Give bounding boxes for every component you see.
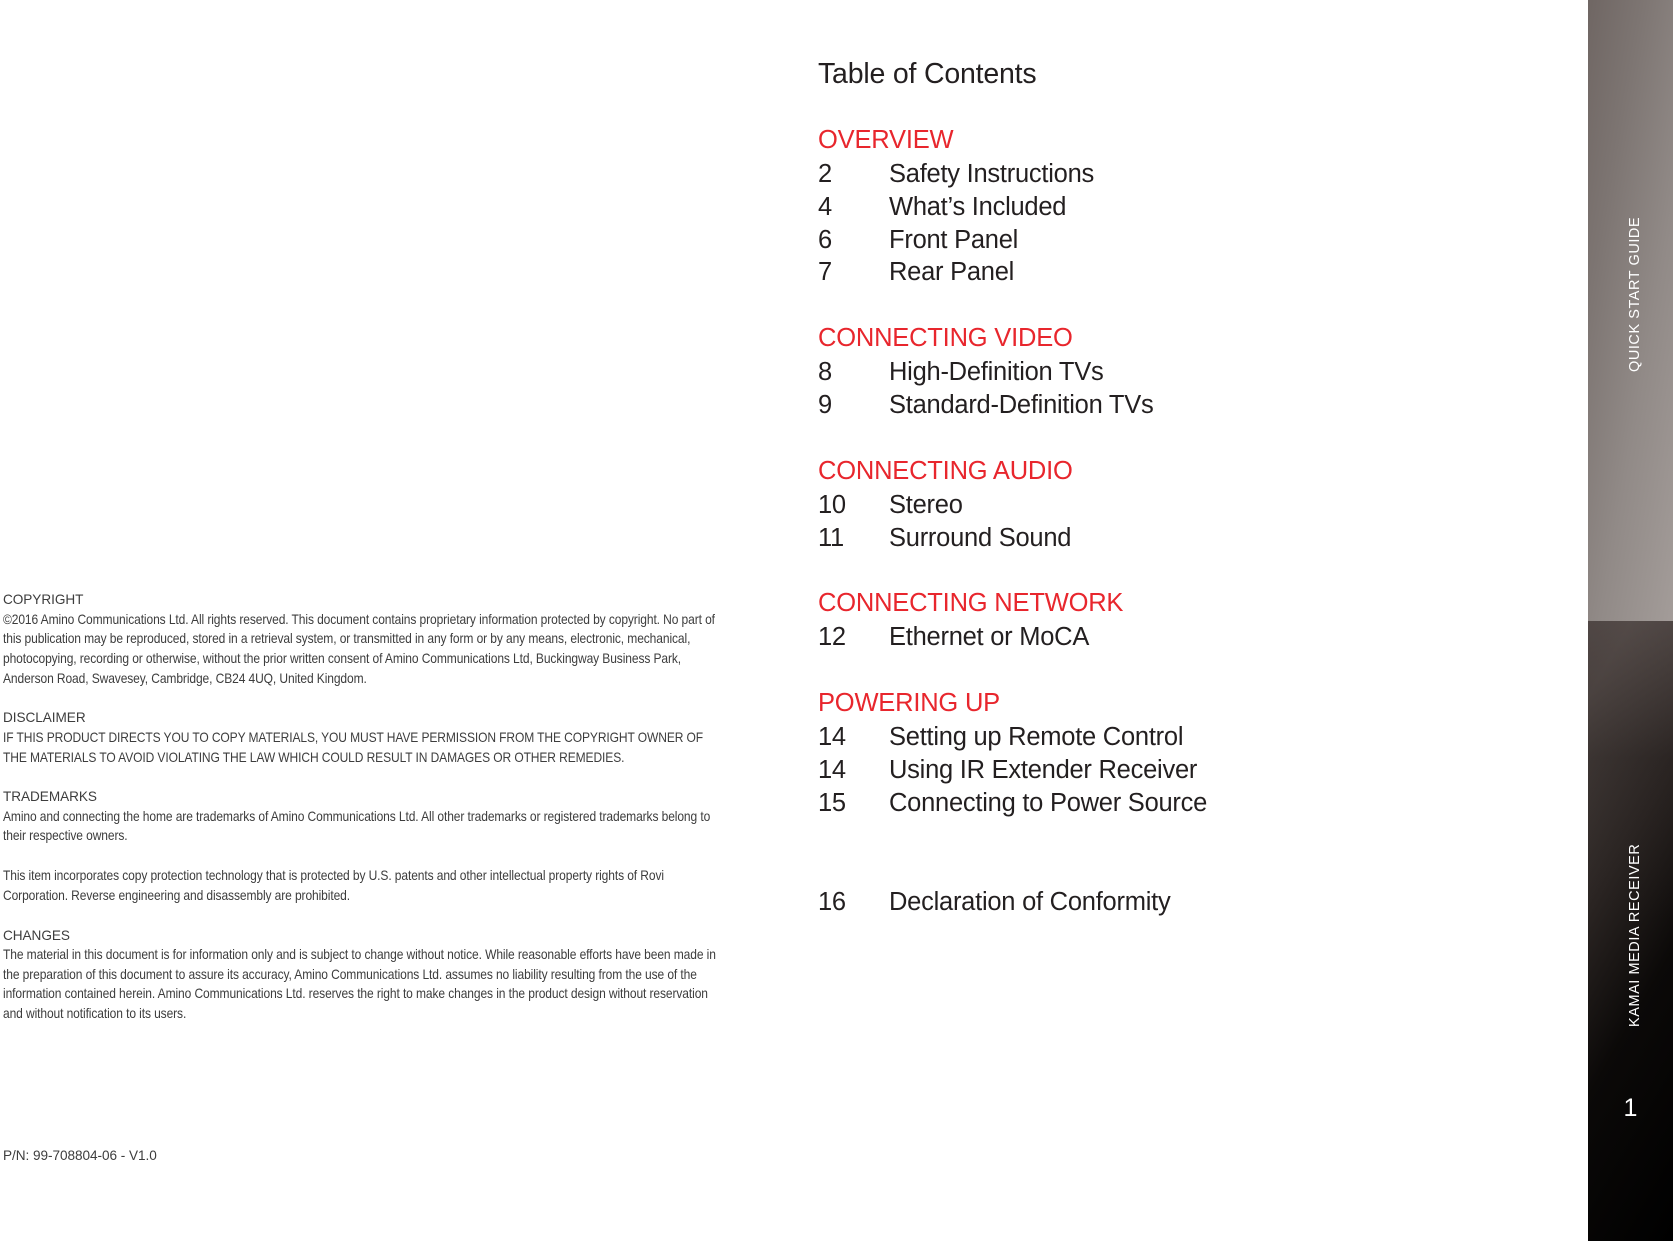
document-page: COPYRIGHT ©2016 Amino Communications Ltd… <box>0 0 1673 1241</box>
toc-entry-page: 7 <box>818 258 832 287</box>
toc-entry-page: 11 <box>818 523 844 552</box>
toc-section-heading: CONNECTING NETWORK <box>818 589 1124 618</box>
toc-entry-page: 16 <box>818 888 846 916</box>
toc-entry-label: High-Definition TVs <box>889 358 1104 387</box>
side-tab-product-label: KAMAI MEDIA RECEIVER <box>1627 843 1643 1027</box>
toc-section: CONNECTING VIDEO 8 High-Definition TVs 9 Sta… <box>818 321 1518 422</box>
toc-entry-page: 8 <box>818 358 832 387</box>
toc-entry-page: 10 <box>818 490 846 519</box>
toc-entry[interactable]: 6 Front Panel <box>818 224 1518 257</box>
toc-section-heading: CONNECTING AUDIO <box>818 456 1073 485</box>
changes-heading: CHANGES <box>3 927 70 943</box>
toc-entry-label: Safety Instructions <box>889 160 1095 188</box>
copy-protection-body: This item incorporates copy protection t… <box>3 868 664 903</box>
part-number: P/N: 99-708804-06 - V1.0 <box>3 1148 157 1163</box>
toc-title: Table of Contents <box>818 58 1037 90</box>
toc-entry-label: Ethernet or MoCA <box>889 623 1090 652</box>
disclaimer-body: IF THIS PRODUCT DIRECTS YOU TO COPY MATE… <box>3 729 704 765</box>
toc-entry[interactable]: 7 Rear Panel <box>818 256 1518 289</box>
copyright-heading: COPYRIGHT <box>3 592 84 607</box>
toc-section: CONNECTING AUDIO 10 Stereo 11 Surround Sound <box>818 454 1518 555</box>
side-tab: QUICK START GUIDE KAMAI MEDIA RECEIVER 1 <box>1588 0 1673 1241</box>
toc-entry-label: Declaration of Conformity <box>889 888 1171 916</box>
toc-entry-page: 15 <box>818 788 846 817</box>
toc-entry-label: Surround Sound <box>889 523 1072 552</box>
disclaimer-heading: DISCLAIMER <box>3 710 86 726</box>
legal-notices-column: COPYRIGHT ©2016 Amino Communications Ltd… <box>3 590 728 1024</box>
trademarks-body: Amino and connecting the home are tradem… <box>3 808 711 844</box>
toc-entry[interactable]: 4 What’s Included <box>818 191 1518 224</box>
disclaimer-block: DISCLAIMER IF THIS PRODUCT DIRECTS YOU T… <box>3 708 728 767</box>
toc-entry[interactable]: 14 Using IR Extender Receiver <box>818 754 1518 787</box>
toc-entry-page: 6 <box>818 225 832 254</box>
trademarks-heading: TRADEMARKS <box>3 789 97 805</box>
toc-entry[interactable]: 8 High-Definition TVs <box>818 356 1518 389</box>
toc-entry[interactable]: 12 Ethernet or MoCA <box>818 621 1518 654</box>
toc-entry-label: Standard-Definition TVs <box>889 390 1154 419</box>
changes-block: CHANGES The material in this document is… <box>3 926 728 1024</box>
toc-entry[interactable]: 16 Declaration of Conformity <box>818 886 1518 919</box>
toc-section-list: OVERVIEW 2 Safety Instructions 4 What’s Incl… <box>818 123 1518 820</box>
changes-body: The material in this document is for inf… <box>3 947 716 1022</box>
toc-entry-page: 2 <box>818 160 832 188</box>
toc-section: OVERVIEW 2 Safety Instructions 4 What’s Incl… <box>818 123 1518 289</box>
copy-protection-block: This item incorporates copy protection t… <box>3 866 728 905</box>
toc-entry-page: 12 <box>818 623 846 652</box>
toc-entry[interactable]: 9 Standard-Definition TVs <box>818 389 1518 422</box>
toc-entry-label: Front Panel <box>889 225 1019 254</box>
toc-entry-page: 14 <box>818 723 846 752</box>
toc-entry-label: Setting up Remote Control <box>889 723 1184 752</box>
toc-entry[interactable]: 2 Safety Instructions <box>818 158 1518 191</box>
toc-entry-page: 9 <box>818 390 832 419</box>
toc-section-heading: CONNECTING VIDEO <box>818 324 1073 353</box>
toc-section-heading: OVERVIEW <box>818 126 954 154</box>
toc-entry-label: Connecting to Power Source <box>889 788 1208 817</box>
copyright-body: ©2016 Amino Communications Ltd. All righ… <box>3 611 715 686</box>
toc-standalone-entry-group: 16 Declaration of Conformity <box>818 886 1518 919</box>
trademarks-block: TRADEMARKS Amino and connecting the home… <box>3 787 728 846</box>
toc-section-heading: POWERING UP <box>818 689 1000 718</box>
toc-entry-page: 4 <box>818 192 832 221</box>
toc-section: CONNECTING NETWORK 12 Ethernet or MoCA <box>818 586 1518 654</box>
side-tab-guide-label: QUICK START GUIDE <box>1627 216 1643 372</box>
toc-section: POWERING UP 14 Setting up Remote Control 14… <box>818 686 1518 819</box>
toc-entry[interactable]: 11 Surround Sound <box>818 522 1518 555</box>
copyright-block: COPYRIGHT ©2016 Amino Communications Ltd… <box>3 590 728 688</box>
toc-entry-label: What’s Included <box>889 192 1067 221</box>
toc-entry-label: Rear Panel <box>889 258 1015 287</box>
toc-entry[interactable]: 15 Connecting to Power Source <box>818 787 1518 820</box>
toc-entry[interactable]: 14 Setting up Remote Control <box>818 721 1518 754</box>
page-number: 1 <box>1623 1094 1638 1122</box>
toc-entry[interactable]: 10 Stereo <box>818 489 1518 522</box>
toc-entry-label: Using IR Extender Receiver <box>889 755 1198 784</box>
table-of-contents: Table of Contents OVERVIEW 2 Safety Instru… <box>818 56 1518 852</box>
toc-entry-label: Stereo <box>889 490 963 519</box>
toc-entry-page: 14 <box>818 755 846 784</box>
